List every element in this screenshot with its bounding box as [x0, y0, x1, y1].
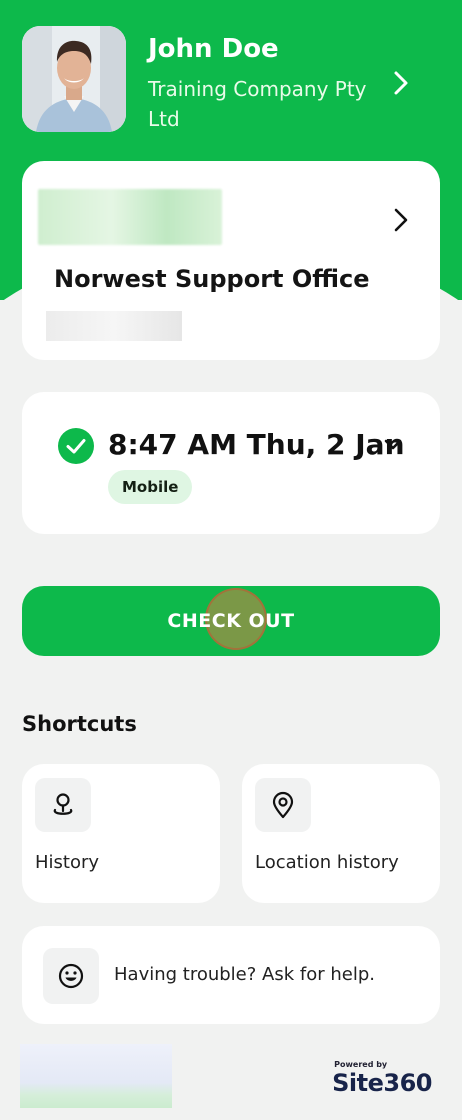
- shortcuts-heading: Shortcuts: [22, 712, 137, 736]
- history-pin-icon: [35, 778, 91, 832]
- check-circle-icon: [58, 428, 94, 464]
- attendance-card[interactable]: 8:47 AM Thu, 2 Jan Mobile: [22, 392, 440, 534]
- check-out-button[interactable]: CHECK OUT: [22, 586, 440, 656]
- powered-by-text: Powered by: [334, 1060, 388, 1069]
- avatar: [22, 26, 126, 132]
- help-card[interactable]: Having trouble? Ask for help.: [22, 926, 440, 1024]
- company-name: Training Company Pty Ltd: [148, 77, 367, 131]
- shortcut-label: History: [35, 852, 100, 873]
- chevron-right-icon[interactable]: [388, 207, 414, 233]
- source-badge: Mobile: [108, 470, 193, 504]
- shortcut-history[interactable]: History: [22, 764, 220, 903]
- help-text: Having trouble? Ask for help.: [114, 964, 375, 985]
- site-name: Norwest Support Office: [54, 265, 370, 293]
- shortcut-label: Location history: [255, 852, 399, 873]
- location-pin-icon: [255, 778, 311, 832]
- redacted-footer-image: [20, 1044, 172, 1108]
- check-out-label: CHECK OUT: [167, 610, 295, 632]
- checkin-time: 8:47 AM Thu, 2 Jan: [108, 428, 405, 461]
- chevron-down-icon[interactable]: [382, 434, 404, 456]
- chevron-right-icon[interactable]: [386, 68, 416, 98]
- redacted-site-image: [38, 189, 222, 245]
- user-name: John Doe: [148, 34, 279, 64]
- redacted-site-address: [46, 311, 182, 341]
- site-card[interactable]: Norwest Support Office: [22, 161, 440, 360]
- shortcut-location-history[interactable]: Location history: [242, 764, 440, 903]
- profile-header[interactable]: John Doe Training Company Pty Ltd: [22, 26, 442, 136]
- powered-by-logo: Powered by Site360: [332, 1060, 432, 1097]
- brand-logo-text: Site360: [332, 1069, 432, 1097]
- smiley-icon: [43, 948, 99, 1004]
